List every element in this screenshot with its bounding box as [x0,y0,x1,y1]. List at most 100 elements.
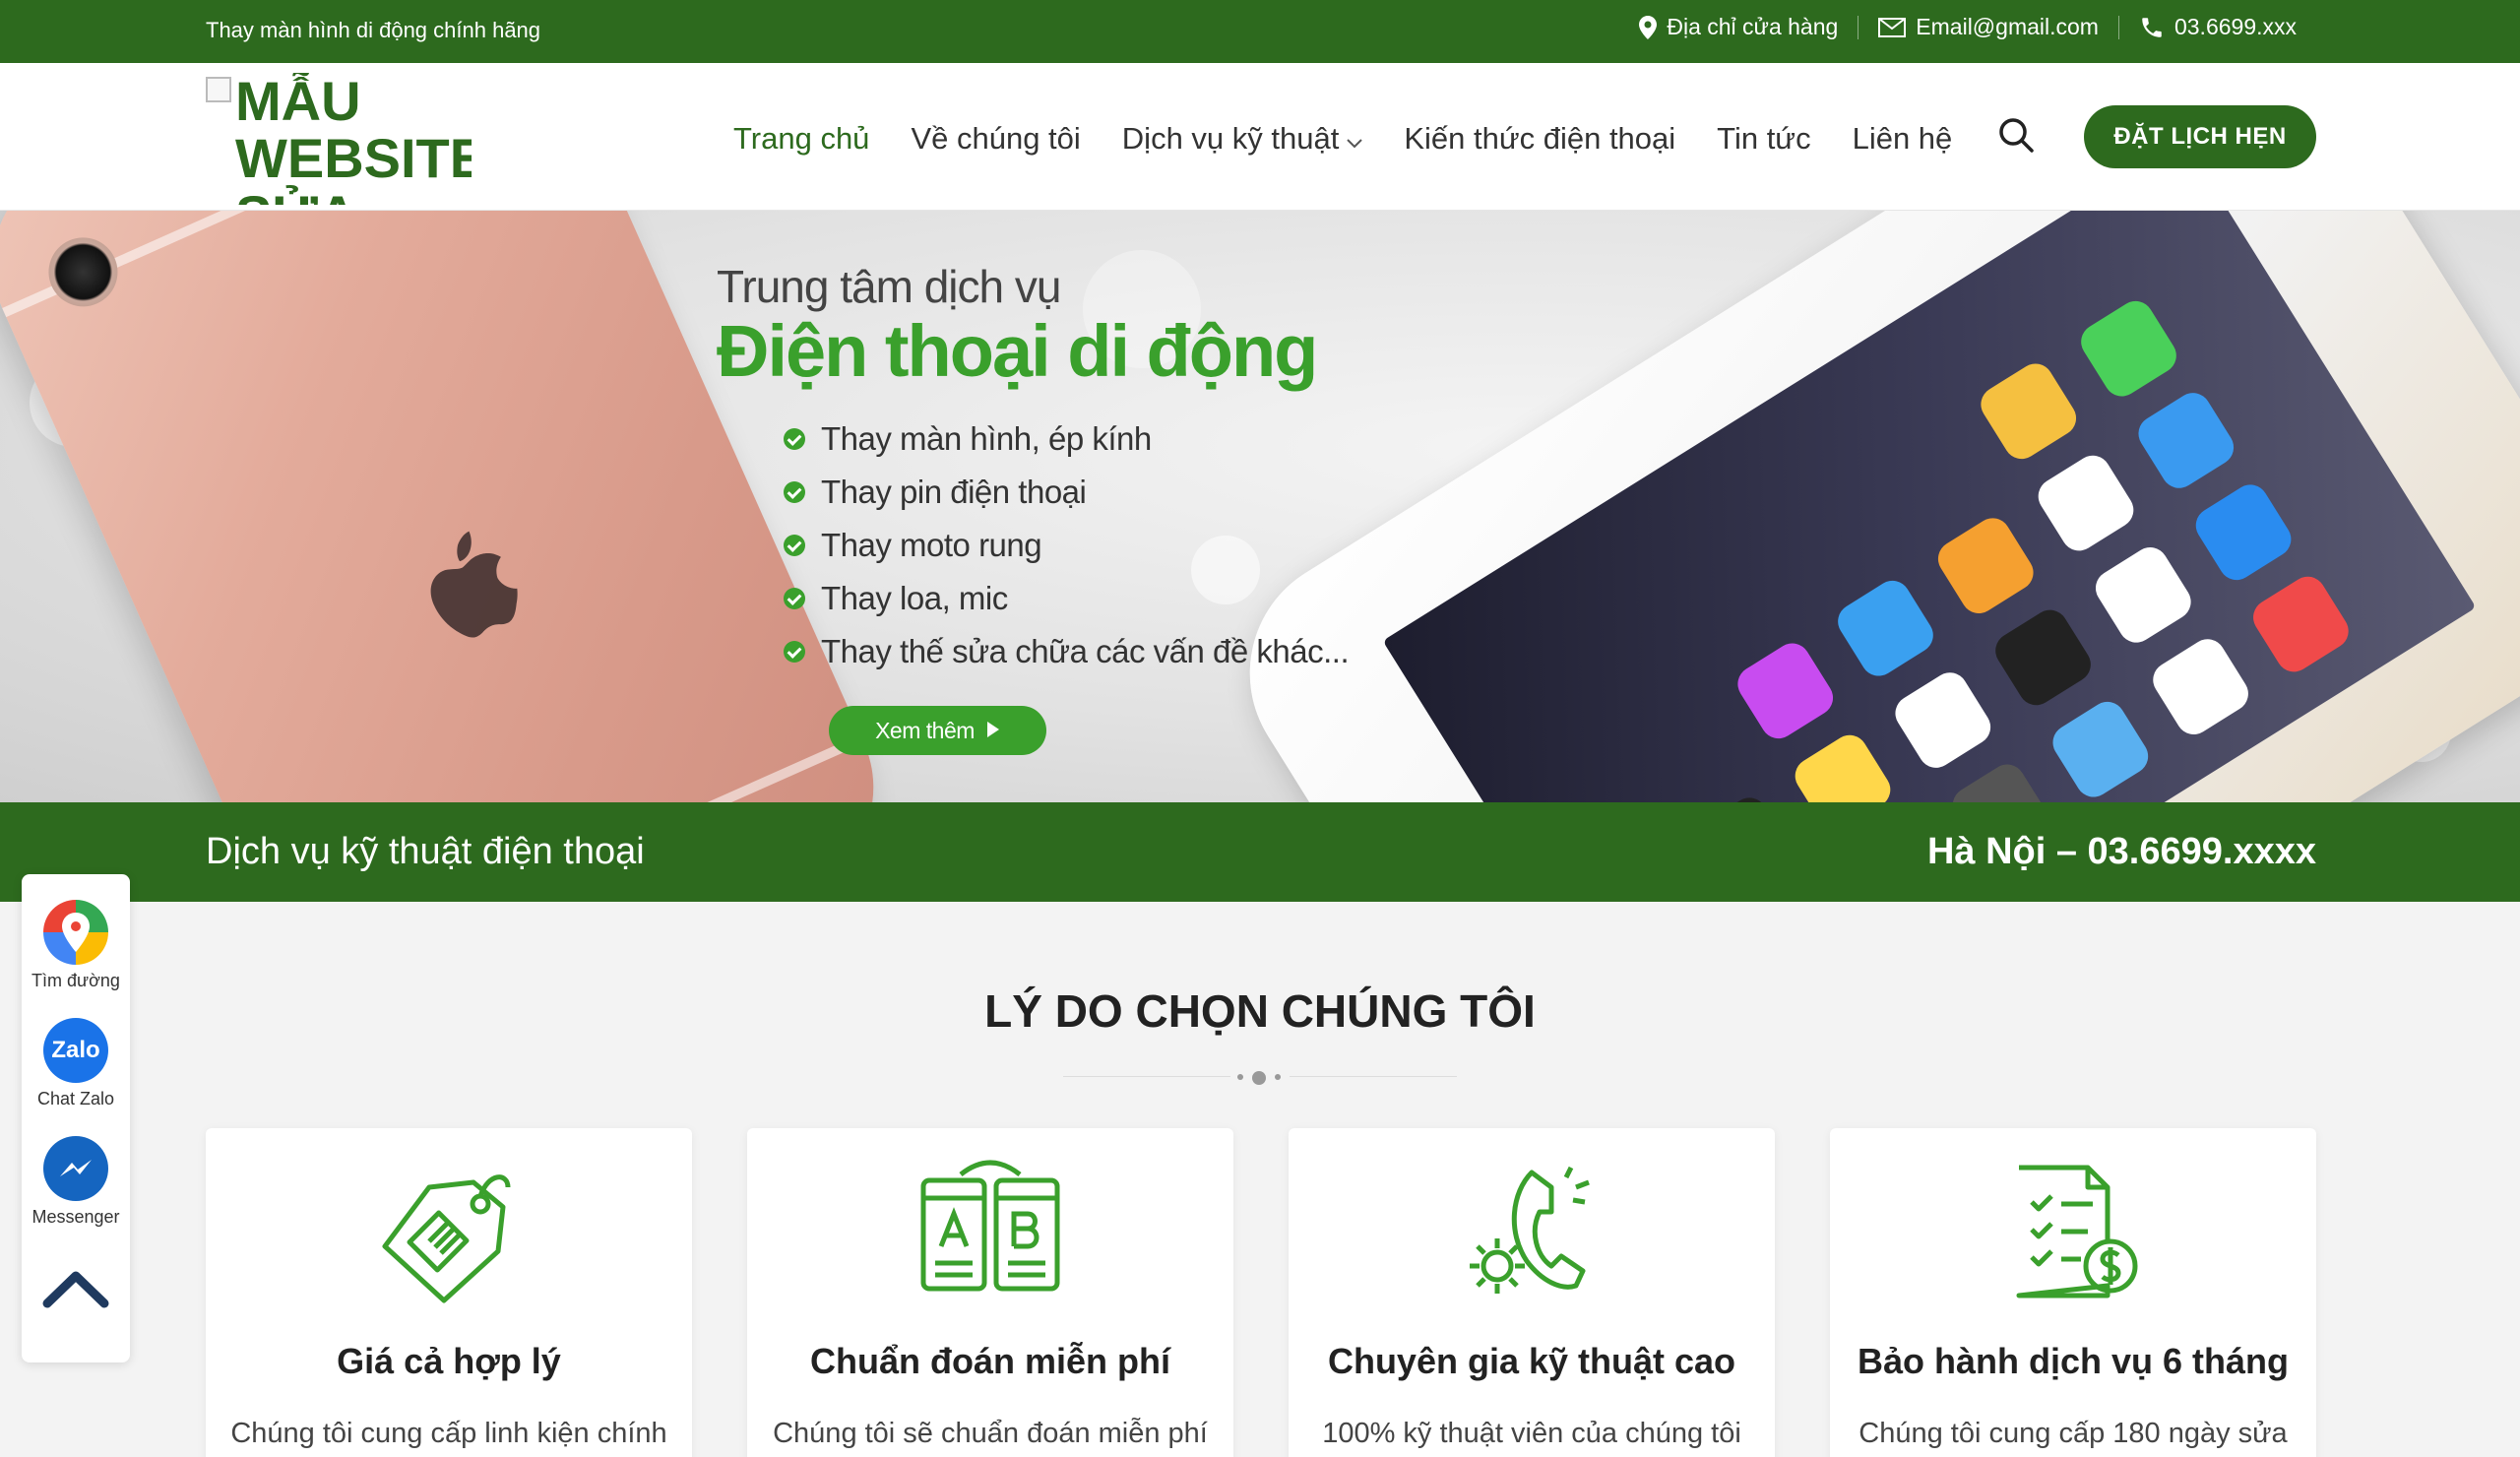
reason-card: Chuyên gia kỹ thuật cao 100% kỹ thuật vi… [1289,1128,1775,1457]
strip-hotline[interactable]: Hà Nội – 03.6699.xxxx [1927,831,2316,873]
see-more-label: Xem thêm [875,717,975,743]
book-appointment-button[interactable]: ĐẶT LỊCH HẸN [2084,105,2316,168]
nav-news[interactable]: Tin tức [1717,121,1810,157]
phone-app-icon [2074,294,2183,404]
reason-title: Giá cả hợp lý [337,1341,561,1381]
feature-list: Thay màn hình, ép kính Thay pin điện tho… [784,412,1350,678]
price-tag-icon [370,1153,528,1310]
reason-title: Bảo hành dịch vụ 6 tháng [1857,1341,2290,1381]
white-iphone-image [1205,211,2520,802]
clock-app-icon [2146,632,2255,741]
nav-contact[interactable]: Liên hệ [1853,121,1953,157]
check-circle-icon [784,481,805,503]
site-header: MẪU WEBSITE SỬA MÀN Trang chủ Về chúng t… [0,63,2520,211]
banner-headline: Điện thoại di động [717,310,1318,392]
search-icon [1997,116,2035,161]
feature-item: Thay pin điện thoại [784,466,1349,519]
passbook-app-icon [1974,356,2083,466]
store-address-text: Địa chỉ cửa hàng [1667,14,1839,39]
store-address-link[interactable]: Địa chỉ cửa hàng [1619,14,1858,40]
feature-text: Thay moto rung [821,527,1042,563]
itunes-store-app-icon [1731,636,1840,745]
weather-app-icon [2046,695,2155,802]
feature-text: Thay thế sửa chữa các vấn đề khác... [821,633,1350,669]
main-nav: Trang chủ Về chúng tôi Dịch vụ kỹ thuật … [733,116,2035,161]
phone-link[interactable]: 03.6699.xxx [2119,14,2316,40]
info-strip: Dịch vụ kỹ thuật điện thoại Hà Nội – 03.… [0,802,2520,902]
reason-desc: Chúng tôi cung cấp 180 ngày sửa [1858,1418,2288,1449]
email-link[interactable]: Email@gmail.com [1858,14,2118,40]
reason-title: Chuyên gia kỹ thuật cao [1327,1341,1736,1381]
divider-dot [1252,1071,1266,1085]
email-text: Email@gmail.com [1916,14,2099,39]
top-contact: Địa chỉ cửa hàng Email@gmail.com 03.6699… [1619,14,2316,40]
stocks-app-icon [1988,602,2098,713]
check-circle-icon [784,588,805,609]
phone-icon [2139,15,2165,40]
reason-card: Chuẩn đoán miễn phí Chúng tôi sẽ chuẩn đ… [747,1128,1233,1457]
feature-item: Thay loa, mic [784,572,1349,625]
feature-text: Thay màn hình, ép kính [821,420,1152,457]
camera-lens [37,226,129,318]
feature-item: Thay màn hình, ép kính [784,412,1349,466]
nav-home[interactable]: Trang chủ [733,121,869,157]
broken-image-icon [206,77,231,102]
feature-item: Thay moto rung [784,519,1349,572]
logo-alt-text: MẪU WEBSITE SỬA MÀN [235,73,472,205]
safari-app-icon [2188,477,2299,587]
nav-knowledge[interactable]: Kiến thức điện thoại [1404,121,1675,157]
top-bar: Thay màn hình di động chính hãng Địa chỉ… [0,0,2520,63]
messenger-button[interactable]: Messenger [22,1136,130,1228]
videos-app-icon [1688,791,1797,802]
reminders-app-icon [1888,665,1997,775]
messenger-label: Messenger [32,1207,120,1227]
strip-service-text: Dịch vụ kỹ thuật điện thoại [206,831,645,872]
site-logo[interactable]: MẪU WEBSITE SỬA MÀN [206,73,472,205]
reason-desc: Chúng tôi cung cấp linh kiện chính [230,1418,667,1449]
divider-line [1063,1076,1230,1077]
divider-line [1290,1076,1457,1077]
google-maps-icon [43,900,108,965]
see-more-button[interactable]: Xem thêm [829,706,1046,755]
check-circle-icon [784,535,805,556]
feature-item: Thay thế sửa chữa các vấn đề khác... [784,625,1350,678]
scroll-top-button[interactable] [22,1266,130,1314]
apple-logo-icon [402,507,552,668]
play-triangle-icon [986,718,1000,744]
feature-text: Thay pin điện thoại [821,474,1087,510]
search-button[interactable] [1997,116,2035,161]
maps-directions-button[interactable]: Tìm đường [22,900,130,991]
divider-dot [1237,1074,1243,1080]
messenger-icon [43,1136,108,1201]
reason-card: Bảo hành dịch vụ 6 tháng Chúng tôi cung … [1830,1128,2316,1457]
chevron-down-icon [1347,121,1363,157]
title-divider [1063,1071,1457,1085]
warranty-document-icon [1994,1153,2152,1310]
floating-contact-bar: Tìm đường Zalo Chat Zalo Messenger [22,874,130,1362]
zalo-icon: Zalo [43,1018,108,1083]
phone-screen [1382,211,2477,802]
hero-banner: Trung tâm dịch vụ Điện thoại di động Tha… [0,211,2520,802]
support-gear-phone-icon [1453,1153,1610,1310]
antenna-band [302,733,864,802]
music-app-icon [2246,569,2356,679]
envelope-icon [1878,17,1907,37]
notes-app-icon [1788,728,1898,802]
nav-services-label: Dịch vụ kỹ thuật [1121,121,1340,156]
zalo-label: Chat Zalo [36,1089,115,1109]
camera-app-icon [1945,757,2055,802]
chevron-up-icon [22,1266,130,1314]
phone-text: 03.6699.xxx [2174,14,2297,39]
nav-services[interactable]: Dịch vụ kỹ thuật [1122,121,1363,157]
map-pin-icon [1639,15,1658,39]
top-tagline: Thay màn hình di động chính hãng [206,18,541,42]
check-circle-icon [784,428,805,450]
reason-title: Chuẩn đoán miễn phí [810,1341,1170,1381]
game-center-app-icon [2089,540,2198,650]
divider-dot [1275,1074,1281,1080]
chat-zalo-button[interactable]: Zalo Chat Zalo [22,1018,130,1109]
reasons-cards: Giá cả hợp lý Chúng tôi cung cấp linh ki… [206,1128,2316,1457]
ab-test-icon [912,1153,1069,1310]
nav-about[interactable]: Về chúng tôi [911,121,1080,157]
mail-app-icon [2131,386,2240,495]
